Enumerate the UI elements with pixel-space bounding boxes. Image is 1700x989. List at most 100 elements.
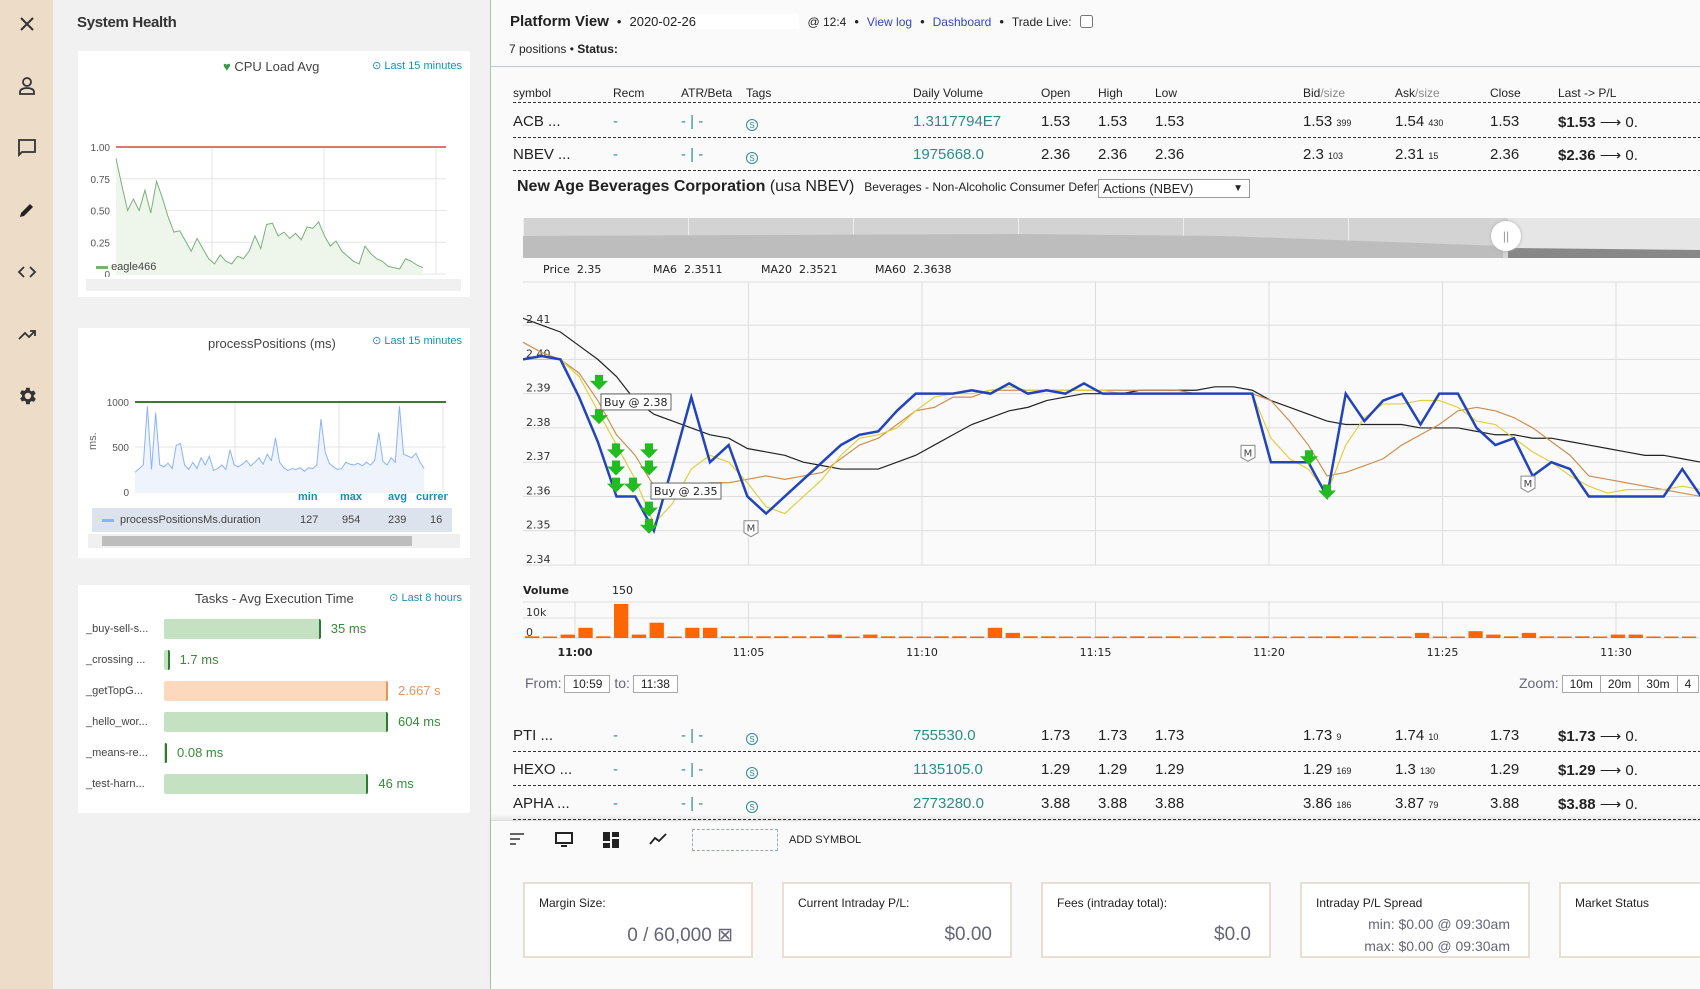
cell-ask: 1.3 130 — [1395, 761, 1436, 778]
zoom-more-button[interactable]: 4 — [1676, 675, 1700, 693]
symbol-input[interactable] — [692, 829, 778, 851]
volume-bar — [916, 636, 931, 638]
close-icon[interactable] — [14, 11, 40, 37]
col-low: Low — [1155, 86, 1178, 100]
view-log-link[interactable]: View log — [867, 15, 912, 29]
from-input[interactable]: 10:59 — [564, 675, 611, 693]
icon-rail — [0, 0, 53, 989]
cell-close: 2.36 — [1490, 146, 1520, 163]
marker-label: M — [1524, 479, 1533, 490]
volume-bar — [1343, 636, 1359, 638]
cell-atr: - | - — [681, 113, 704, 130]
task-row[interactable]: _test-harn... 46 ms — [78, 774, 470, 796]
x-tick-label: 11:20 — [1253, 646, 1285, 659]
tag-s-icon: S — [746, 797, 758, 814]
edit-icon[interactable] — [14, 197, 40, 223]
series-name: processPositionsMs.duration — [120, 514, 261, 526]
volume-bar — [596, 636, 611, 638]
volume-bar — [881, 636, 896, 638]
table-row[interactable]: PTI ... - - | - S 755530.0 1.73 1.73 1.73 1.73 9… — [513, 719, 1700, 752]
proc-scrollbar[interactable] — [88, 534, 460, 548]
table-row[interactable]: HEXO ... - - | - S 1135105.0 1.29 1.29 1.29 1.29… — [513, 753, 1700, 786]
volume-bar — [1575, 636, 1590, 638]
fees-value: $0.0 — [1214, 924, 1251, 945]
volume-bar — [1628, 634, 1643, 638]
col-last: Last -> P/L — [1558, 86, 1617, 100]
task-row[interactable]: _crossing ... 1.7 ms — [78, 650, 470, 672]
volume-bar — [1450, 636, 1465, 638]
volume-bar — [1148, 636, 1163, 638]
task-value: 46 ms — [378, 776, 414, 791]
buy-arrow-icon — [640, 443, 658, 459]
task-row[interactable]: _means-re... 0.08 ms — [78, 743, 470, 765]
sort-icon[interactable] — [509, 832, 525, 851]
proc-legend-row[interactable]: processPositionsMs.duration 127 954 239 … — [92, 508, 452, 532]
col-tag: Tags — [746, 86, 772, 100]
code-icon[interactable] — [14, 259, 40, 285]
task-label: _test-harn... — [86, 778, 145, 790]
y-axis-label: ms. — [87, 432, 99, 450]
user-icon[interactable] — [14, 73, 40, 99]
series-swatch — [102, 519, 114, 522]
heart-icon: ♥ — [223, 59, 231, 74]
volume-bar — [952, 636, 967, 638]
add-symbol-button[interactable]: ADD SYMBOL — [789, 834, 861, 846]
cell-open: 2.36 — [1041, 146, 1071, 163]
volume-bar — [970, 636, 985, 638]
dashboard-link[interactable]: Dashboard — [933, 15, 992, 29]
gear-icon[interactable] — [14, 383, 40, 409]
task-row[interactable]: _hello_wor... 604 ms — [78, 712, 470, 734]
monitor-icon[interactable] — [555, 832, 573, 853]
cpu-scrollbar[interactable] — [86, 279, 461, 291]
cell-close: 1.73 — [1490, 727, 1520, 744]
y-tick-label: 0.75 — [91, 175, 111, 186]
chat-icon[interactable] — [14, 135, 40, 161]
task-row[interactable]: _getTopG... 2.667 s — [78, 681, 470, 703]
zoom-30m-button[interactable]: 30m — [1638, 675, 1678, 693]
task-bar — [164, 681, 388, 701]
table-row[interactable]: APHA ... - - | - S 2773280.0 3.88 3.88 3.88 3.86… — [513, 787, 1700, 820]
series-line-ma20 — [523, 341, 1700, 497]
proc-range[interactable]: ⊙ Last 15 minutes — [372, 334, 462, 347]
table-row[interactable]: ACB ... - - | - S 1.3117794E7 1.53 1.53 1.53 1.5… — [513, 105, 1700, 138]
trending-icon[interactable] — [14, 321, 40, 347]
volume-bar — [845, 636, 860, 638]
cpu-legend[interactable]: eagle466 — [96, 261, 156, 273]
size-suffix: /size — [1415, 86, 1440, 100]
trade-live-checkbox[interactable] — [1079, 15, 1093, 28]
tasks-range[interactable]: ⊙ Last 8 hours — [389, 591, 462, 604]
time-navigator[interactable]: 08:0008:3009:0009:3010:0010:3011:0011:30… — [523, 218, 1700, 258]
volume-bar — [667, 636, 682, 638]
actions-select[interactable]: Actions (NBEV) ▼ — [1098, 179, 1250, 198]
cell-high: 1.29 — [1098, 761, 1128, 778]
table-row[interactable]: NBEV ... - - | - S 1975668.0 2.36 2.36 2.36 2.3 … — [513, 138, 1700, 171]
dashboard-icon[interactable] — [603, 832, 619, 853]
to-label: to: — [614, 675, 630, 691]
nav-drag-handle[interactable]: || — [1491, 221, 1521, 251]
cpu-range[interactable]: ⊙ Last 15 minutes — [372, 59, 462, 72]
buy-arrow-icon — [590, 409, 608, 425]
cell-atr: - | - — [681, 146, 704, 163]
task-row[interactable]: _buy-sell-s... 35 ms — [78, 619, 470, 641]
to-input[interactable]: 11:38 — [632, 675, 678, 693]
y-tick-label: 2.39 — [526, 382, 551, 395]
cell-close: 3.88 — [1490, 795, 1520, 812]
from-label: From: — [525, 675, 562, 691]
market-status-label: Market Status — [1575, 896, 1650, 910]
margin-value: 0 / 60,000 ⊠ — [627, 925, 733, 946]
cell-high: 3.88 — [1098, 795, 1128, 812]
chart-line-icon[interactable] — [649, 832, 667, 851]
marker-flag-icon: M — [1520, 475, 1536, 493]
y-tick-label: 500 — [112, 443, 129, 454]
tasks-range-text: Last 8 hours — [401, 592, 462, 604]
tag-s-icon: S — [746, 148, 758, 165]
volume-bar — [1664, 636, 1679, 638]
date-field[interactable]: 2020-02-26 — [629, 14, 800, 29]
actions-select-value: Actions (NBEV) — [1103, 181, 1194, 196]
tasks-title: Tasks - Avg Execution Time — [195, 591, 354, 606]
cell-volume: 1.3117794E7 — [913, 113, 1002, 130]
zoom-10m-button[interactable]: 10m — [1561, 675, 1601, 693]
panel-title: System Health — [77, 14, 177, 31]
zoom-20m-button[interactable]: 20m — [1599, 675, 1640, 693]
volume-bar — [1308, 636, 1323, 638]
